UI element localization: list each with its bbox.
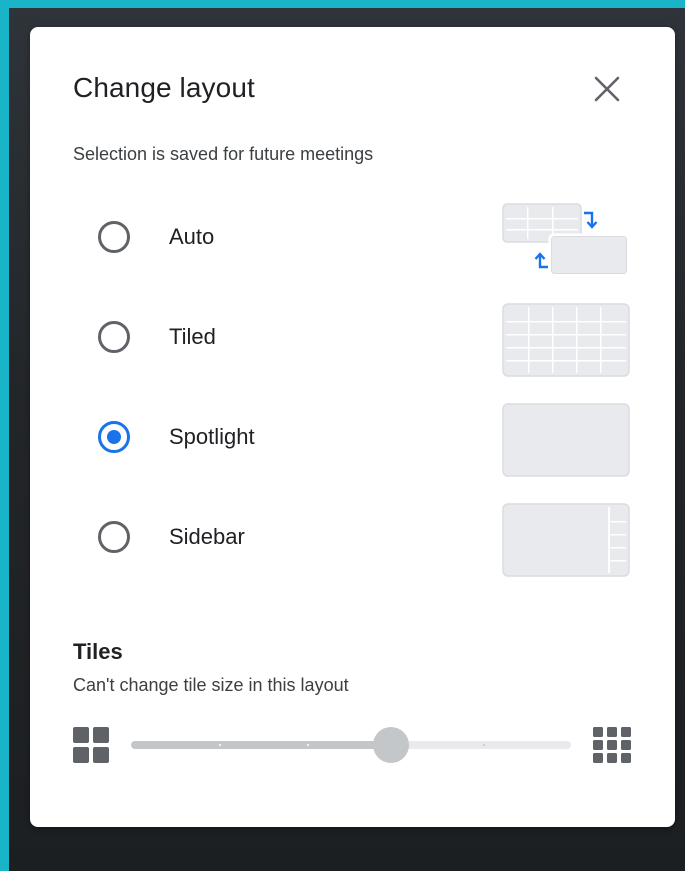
sidebar-layout-icon: [502, 503, 630, 577]
tile-size-slider[interactable]: [131, 727, 571, 763]
close-icon: [594, 76, 620, 102]
slider-thumb[interactable]: [372, 727, 409, 763]
window-border-top: [0, 0, 685, 8]
layout-option-label: Sidebar: [169, 524, 245, 549]
slider-tick: [483, 744, 485, 746]
tiles-disabled-hint: Can't change tile size in this layout: [73, 675, 349, 695]
more-tiles-icon: [593, 727, 631, 763]
slider-tick: [219, 744, 221, 746]
layout-option-sidebar[interactable]: Sidebar: [90, 503, 635, 579]
window-border-left: [0, 0, 9, 871]
tiles-heading: Tiles: [73, 639, 123, 664]
layout-option-auto[interactable]: Auto: [90, 203, 635, 279]
dialog-title: Change layout: [73, 72, 255, 103]
auto-layout-icon: [502, 203, 630, 277]
layout-option-tiled[interactable]: Tiled: [90, 303, 635, 379]
layout-option-spotlight[interactable]: Spotlight: [90, 403, 635, 479]
spotlight-layout-icon: [502, 403, 630, 477]
slider-fill: [131, 741, 391, 749]
close-button[interactable]: [585, 67, 629, 111]
layout-option-label: Auto: [169, 224, 215, 249]
layout-option-label: Spotlight: [169, 424, 255, 449]
slider-tick: [307, 744, 309, 746]
tile-size-slider-area: [73, 725, 633, 765]
radio-button[interactable]: [98, 221, 130, 253]
dialog-subtitle: Selection is saved for future meetings: [73, 144, 374, 164]
layout-option-label: Tiled: [169, 324, 216, 349]
radio-button[interactable]: [98, 521, 130, 553]
radio-button-checked[interactable]: [98, 421, 130, 453]
fewer-tiles-icon: [73, 727, 109, 763]
tiled-layout-icon: [502, 303, 630, 377]
radio-button[interactable]: [98, 321, 130, 353]
change-layout-dialog: Change layout Selection is saved for fut…: [30, 27, 675, 827]
